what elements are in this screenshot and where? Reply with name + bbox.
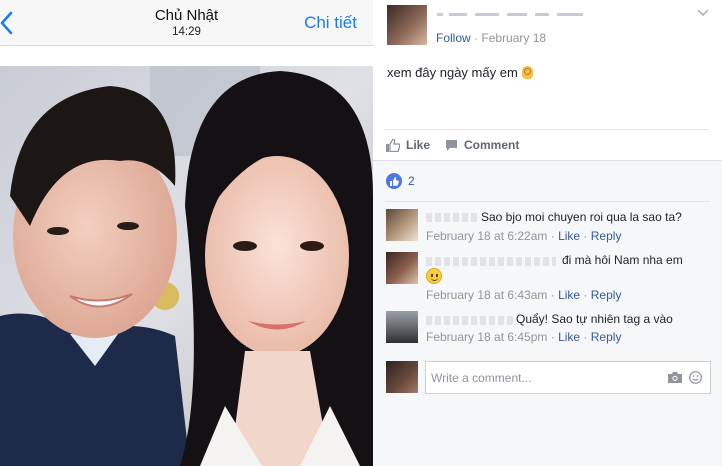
camera-icon[interactable] xyxy=(668,372,682,383)
comment-text: đi mà hôi Nam nha em xyxy=(562,253,683,267)
viewer-avatar[interactable] xyxy=(386,361,418,393)
commenter-name-redacted[interactable] xyxy=(426,213,478,222)
like-button-label: Like xyxy=(406,138,431,152)
comment-button-label: Comment xyxy=(464,138,520,152)
comment-timestamp[interactable]: February 18 at 6:22am xyxy=(426,229,547,243)
comment-meta: February 18 at 6:43am · Like · Reply xyxy=(426,288,622,302)
comment-reply-link[interactable]: Reply xyxy=(591,229,622,243)
comment-bubble-icon xyxy=(446,139,457,151)
photo-viewer: Chủ Nhật 14:29 Chi tiết xyxy=(0,0,373,466)
comment-avatar[interactable] xyxy=(386,209,418,241)
ok-hand-emoji-icon xyxy=(521,66,533,79)
comment-text: Quẩy! Sao tự nhiên tag a vào xyxy=(516,312,673,326)
post-date[interactable]: February 18 xyxy=(481,31,546,45)
comment-input[interactable]: Write a comment... xyxy=(425,361,711,394)
author-name-redacted[interactable] xyxy=(437,13,587,22)
author-avatar[interactable] xyxy=(387,5,427,45)
post-text-content: xem đây ngày mấy em xyxy=(387,65,518,80)
post-text: xem đây ngày mấy em xyxy=(387,65,533,80)
comment-like-link[interactable]: Like xyxy=(558,288,580,302)
facebook-post: Follow · February 18 xem đây ngày mấy em… xyxy=(373,0,722,466)
thumbs-up-icon xyxy=(386,138,400,152)
comments-section: 2 Sao bjo moi chuyen roi qua la sao ta? … xyxy=(373,160,722,466)
commenter-name-redacted[interactable] xyxy=(426,257,556,266)
comment-reply-link[interactable]: Reply xyxy=(591,288,622,302)
comment-input-placeholder: Write a comment... xyxy=(431,371,532,385)
reactions-summary[interactable]: 2 xyxy=(386,173,415,189)
post-divider xyxy=(385,129,710,130)
post-meta: Follow · February 18 xyxy=(436,31,546,45)
reactions-divider xyxy=(385,201,710,202)
smiley-emoji-icon xyxy=(426,268,442,284)
comment-button[interactable]: Comment xyxy=(445,138,519,152)
comment-like-link[interactable]: Like xyxy=(558,229,580,243)
comment-text: Sao bjo moi chuyen roi qua la sao ta? xyxy=(481,210,682,224)
emoji-icon[interactable] xyxy=(689,371,702,384)
detail-button[interactable]: Chi tiết xyxy=(304,13,357,33)
like-button[interactable]: Like xyxy=(386,138,430,152)
comment-meta: February 18 at 6:22am · Like · Reply xyxy=(426,229,622,243)
comment-like-link[interactable]: Like xyxy=(558,330,580,344)
comment-meta: February 18 at 6:45pm · Like · Reply xyxy=(426,330,622,344)
commenter-name-redacted[interactable] xyxy=(426,316,516,325)
like-reaction-icon xyxy=(386,173,402,189)
follow-link[interactable]: Follow xyxy=(436,31,471,45)
comment-reply-link[interactable]: Reply xyxy=(591,330,622,344)
comment-avatar[interactable] xyxy=(386,311,418,343)
photo-viewer-header: Chủ Nhật 14:29 Chi tiết xyxy=(0,0,373,46)
post-options-chevron-icon[interactable] xyxy=(696,8,710,18)
reactions-count: 2 xyxy=(408,174,415,188)
selfie-photo xyxy=(0,66,373,466)
meta-separator: · xyxy=(470,31,482,45)
comment-timestamp[interactable]: February 18 at 6:43am xyxy=(426,288,547,302)
comment-timestamp[interactable]: February 18 at 6:45pm xyxy=(426,330,547,344)
comment-avatar[interactable] xyxy=(386,252,418,284)
